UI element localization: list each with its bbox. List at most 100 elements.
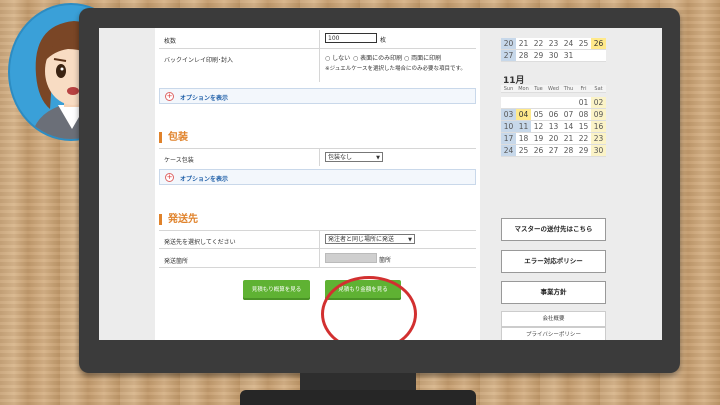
calendar-day[interactable]: 06	[546, 109, 561, 121]
master-destination-button[interactable]: マスターの送付先はこちら	[501, 218, 606, 241]
calendar-day[interactable]: 28	[561, 145, 576, 157]
calendar-day[interactable]: 27	[546, 145, 561, 157]
calendar-day[interactable]: 22	[576, 133, 591, 145]
sidebar: 20 21 22 23 24 25 26 27 28 29 30 31 11月 Sun Mon Tue We…	[501, 28, 606, 340]
shipping-count-input[interactable]	[325, 253, 377, 263]
calendar-day[interactable]: 22	[531, 38, 546, 50]
shipping-select-value: 発注者と同じ場所に発送	[328, 236, 395, 243]
radio-both[interactable]: ○ 両面に印刷	[404, 53, 441, 62]
calendar-day[interactable]: 21	[516, 38, 531, 50]
shipping-select[interactable]: 発注者と同じ場所に発送 ▼	[325, 234, 415, 244]
calendar-day[interactable]: 30	[546, 50, 561, 62]
backinlay-label: バックインレイ印刷･封入	[164, 57, 234, 64]
calendar-day[interactable]: 16	[591, 121, 606, 133]
options-toggle-2[interactable]: + オプションを表示	[159, 169, 476, 185]
shipping-select-row: 発送先を選択してください 発注者と同じ場所に発送 ▼	[159, 230, 476, 248]
case-select-value: 包装なし	[328, 154, 353, 161]
monitor-base	[240, 390, 476, 405]
shipping-select-label: 発送先を選択してください	[164, 239, 236, 246]
calendar-day[interactable]: 20	[546, 133, 561, 145]
calendar-october: 20 21 22 23 24 25 26 27 28 29 30 31	[501, 38, 606, 62]
calendar-day[interactable]: 19	[531, 133, 546, 145]
case-select[interactable]: 包装なし ▼	[325, 152, 383, 162]
calendar-day	[591, 50, 606, 62]
calendar-day[interactable]: 10	[501, 121, 516, 133]
calendar-day	[561, 97, 576, 109]
shipping-title: 発送先	[159, 214, 198, 225]
weekday-label: Mon	[516, 85, 531, 93]
radio-none[interactable]: ○ しない	[325, 53, 350, 62]
backinlay-cell: ○ しない ○ 表面にのみ印刷 ○ 両面に印刷 ※ジュエルケースを選択した場合に…	[319, 49, 476, 82]
calendar-day[interactable]: 26	[591, 38, 606, 50]
business-policy-button[interactable]: 事業方針	[501, 281, 606, 304]
calendar-day[interactable]: 15	[576, 121, 591, 133]
quantity-input[interactable]: 100	[325, 33, 377, 43]
calendar-day[interactable]: 01	[576, 97, 591, 109]
weekday-label: Fri	[576, 85, 591, 93]
calendar-day[interactable]: 25	[516, 145, 531, 157]
weekday-label: Sat	[591, 85, 606, 93]
shipping-select-cell: 発注者と同じ場所に発送 ▼	[319, 231, 476, 248]
radio-front[interactable]: ○ 表面にのみ印刷	[353, 53, 402, 62]
calendar-day[interactable]: 11	[516, 121, 531, 133]
weekday-label: Wed	[546, 85, 561, 93]
calendar-day[interactable]: 26	[531, 145, 546, 157]
chevron-down-icon: ▼	[376, 155, 380, 161]
calendar-day[interactable]: 17	[501, 133, 516, 145]
calendar-day[interactable]: 12	[531, 121, 546, 133]
radio-front-label: 表面にのみ印刷	[360, 55, 403, 62]
calendar-day[interactable]: 03	[501, 109, 516, 121]
calendar-day[interactable]: 02	[591, 97, 606, 109]
estimate-details-button[interactable]: 見積もり概算を見る	[243, 280, 310, 300]
calendar-day[interactable]: 05	[531, 109, 546, 121]
calendar-week-row: 20 21 22 23 24 25 26	[501, 38, 606, 50]
calendar-day[interactable]: 24	[501, 145, 516, 157]
calendar-week-row: 27 28 29 30 31	[501, 50, 606, 62]
error-policy-button[interactable]: エラー対応ポリシー	[501, 250, 606, 273]
calendar-day[interactable]: 23	[546, 38, 561, 50]
privacy-link[interactable]: プライバシーポリシー	[501, 327, 606, 340]
calendar-day[interactable]: 25	[576, 38, 591, 50]
calendar-day[interactable]: 29	[576, 145, 591, 157]
quantity-label: 枚数	[164, 38, 177, 45]
calendar-day[interactable]: 24	[561, 38, 576, 50]
calendar-day[interactable]: 30	[591, 145, 606, 157]
weekday-label: Thu	[561, 85, 576, 93]
backinlay-row: バックインレイ印刷･封入 ○ しない ○ 表面にのみ印刷 ○ 両面に印刷 ※ジュ…	[159, 48, 476, 82]
calendar-day[interactable]: 29	[531, 50, 546, 62]
calendar-day[interactable]: 31	[561, 50, 576, 62]
company-link[interactable]: 会社概要	[501, 311, 606, 327]
shipping-count-label: 発送箇所	[164, 258, 189, 265]
calendar-november: Sun Mon Tue Wed Thu Fri Sat 01 02 03 04 05 06 07 08 09 1…	[501, 85, 606, 157]
calendar-week-row: 17 18 19 20 21 22 23	[501, 133, 606, 145]
options-toggle-1[interactable]: + オプションを表示	[159, 88, 476, 104]
calendar-day[interactable]: 09	[591, 109, 606, 121]
calendar-week-row: 10 11 12 13 14 15 16	[501, 121, 606, 133]
calendar-day[interactable]: 04	[516, 109, 531, 121]
calendar-day[interactable]: 18	[516, 133, 531, 145]
calendar-day[interactable]: 07	[561, 109, 576, 121]
calendar-day[interactable]: 27	[501, 50, 516, 62]
calendar-day[interactable]: 14	[561, 121, 576, 133]
calendar-day[interactable]: 28	[516, 50, 531, 62]
backinlay-note: ※ジュエルケースを選択した場合にのみ必要な項目です。	[325, 66, 466, 72]
quantity-cell: 100 枚	[319, 30, 476, 48]
case-label: ケース包装	[164, 157, 194, 164]
calendar-day[interactable]: 23	[591, 133, 606, 145]
weekday-label: Tue	[531, 85, 546, 93]
plus-icon: +	[165, 173, 174, 182]
calendar-day[interactable]: 08	[576, 109, 591, 121]
calendar-week-row: 01 02	[501, 97, 606, 109]
quantity-row: 枚数 100 枚	[159, 30, 476, 48]
calendar-day[interactable]: 21	[561, 133, 576, 145]
calendar-week-row: 24 25 26 27 28 29 30	[501, 145, 606, 157]
calendar-day	[576, 50, 591, 62]
calendar-day	[531, 97, 546, 109]
shipping-count-cell: 箇所	[319, 249, 476, 267]
quantity-unit: 枚	[380, 37, 387, 44]
weekday-label: Sun	[501, 85, 516, 93]
calendar-day[interactable]: 20	[501, 38, 516, 50]
calendar-day[interactable]: 13	[546, 121, 561, 133]
order-form: 枚数 100 枚 バックインレイ印刷･封入 ○ しない ○ 表面にのみ印刷 ○ …	[155, 28, 480, 340]
radio-none-label: しない	[332, 55, 351, 62]
